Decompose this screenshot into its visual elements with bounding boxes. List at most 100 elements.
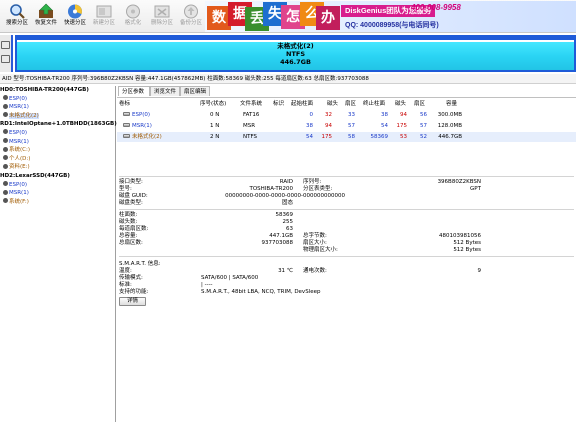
disk-nav-arrow-icon[interactable]	[1, 41, 10, 49]
col-header: 扇区	[414, 101, 426, 107]
cell-index: 2 N	[210, 134, 220, 140]
cell-volume: ESP(0)	[123, 110, 150, 120]
temperature-label: 温度:	[119, 268, 132, 274]
smart-label: S.M.A.R.T. 信息:	[119, 261, 161, 267]
tree-partition[interactable]: 个人(D:)	[0, 155, 115, 164]
cylinders-label: 柱面数:	[119, 212, 138, 218]
serial-label: 序列号:	[303, 179, 322, 185]
partition-icon	[123, 123, 130, 127]
physical-sector-size-label: 物理扇区大小:	[303, 247, 338, 253]
backup-partition-icon	[182, 3, 200, 20]
cell-start-cyl: 38	[306, 123, 313, 129]
tree-disk-hd0[interactable]: HD0:TOSHIBA-TR200(447GB)	[0, 86, 115, 95]
tree-node-label: MSR(1)	[9, 190, 29, 197]
tree-partition[interactable]: ESP(0)	[0, 129, 115, 138]
quick-partition-button[interactable]: 快速分区	[62, 3, 88, 31]
standard-label: 标准:	[119, 282, 132, 288]
cell-end-head: 94	[400, 112, 407, 118]
tree-partition[interactable]: ESP(0)	[0, 181, 115, 190]
cell-start-head: 175	[321, 134, 333, 140]
model-label: 型号:	[119, 186, 132, 192]
power-on-count-label: 通电次数:	[303, 268, 327, 274]
tree-partition[interactable]: 资料(E:)	[0, 163, 115, 172]
partition-icon	[3, 112, 8, 118]
disk-nav-arrow-icon[interactable]	[1, 55, 10, 63]
tab-partition-params[interactable]: 分区参数	[118, 86, 150, 96]
cell-capacity: 128.0MB	[437, 123, 462, 129]
disk-map: 未格式化(2) NTFS 446.7GB	[11, 35, 576, 72]
standard-value: | ----	[201, 282, 213, 288]
partition-icon	[123, 112, 130, 116]
col-header: 起始柱面	[291, 101, 314, 107]
small-partition-segment[interactable]	[11, 35, 14, 72]
tab-browse-files[interactable]: 浏览文件	[150, 86, 180, 96]
disk-nav-strip	[0, 35, 11, 72]
tree-partition[interactable]: 系统(C:)	[0, 146, 115, 155]
delete-partition-icon	[153, 3, 171, 20]
disk-type-label: 磁盘类型:	[119, 200, 143, 206]
col-header: 磁头	[327, 101, 339, 107]
cell-volume: MSR(1)	[123, 121, 152, 131]
tree-partition-selected[interactable]: 未格式化(2)	[0, 112, 115, 121]
partition-icon	[3, 146, 8, 152]
total-bytes-value: 480103981056	[439, 233, 481, 239]
table-row-selected[interactable]: 未格式化(2) 2 N NTFS 54 175 58 58369 53 52 4…	[117, 132, 576, 142]
segment-size: 446.7GB	[280, 58, 311, 66]
tree-partition[interactable]: MSR(1)	[0, 103, 115, 112]
guid-value: 00000000-0000-0000-0000-000000000000	[225, 193, 345, 199]
tree-node-label: MSR(1)	[9, 104, 29, 111]
tree-disk-hd2[interactable]: HD2:LexarSSD(447GB)	[0, 172, 115, 181]
tree-partition[interactable]: MSR(1)	[0, 138, 115, 147]
tree-node-label: HD0:TOSHIBA-TR200(447GB)	[0, 87, 89, 93]
tree-node-label: MSR(1)	[9, 138, 29, 145]
col-header: 文件系统	[240, 101, 263, 107]
tree-disk-rd1[interactable]: RD1:IntelOptane+1.0TBHDD(1863GB)	[0, 120, 117, 129]
ad-banner[interactable]: 数 据 丢 失 怎 么 办 DiskGenius团队为您服务 400-008-9…	[205, 1, 576, 32]
col-header: 标识	[273, 101, 285, 107]
col-header: 扇区	[345, 101, 357, 107]
quick-partition-icon	[66, 3, 84, 20]
disk-details: 接口类型: RAID 型号: TOSHIBA-TR200 磁盘 GUID: 00…	[117, 176, 576, 422]
tree-partition[interactable]: ESP(0)	[0, 95, 115, 104]
power-on-count-value: 9	[477, 268, 482, 274]
iface-label: 接口类型:	[119, 179, 143, 185]
format-icon	[124, 3, 142, 20]
cell-end-cyl: 38	[381, 112, 388, 118]
serial-value: 396B80Z2KBSN	[437, 179, 481, 185]
cell-start-sector: 33	[348, 112, 355, 118]
tree-partition[interactable]: 系统(F:)	[0, 198, 115, 207]
tab-sector-editor[interactable]: 扇区编辑	[180, 86, 210, 96]
transfer-mode-label: 传输模式:	[119, 275, 143, 281]
cell-end-cyl: 58369	[370, 134, 389, 140]
toolbar: 搜索分区 恢复文件 快速分区 新建分区 格式化 删除分区 备份分区 数 据 丢 …	[0, 0, 576, 33]
cell-end-head: 175	[396, 123, 408, 129]
col-header: 容量	[446, 101, 458, 107]
tree-node-label: 未格式化(2)	[9, 112, 39, 119]
divider	[119, 256, 574, 257]
table-row[interactable]: ESP(0) 0 N FAT16 0 32 33 38 94 56 300.0M…	[117, 110, 576, 120]
table-row[interactable]: MSR(1) 1 N MSR 38 94 57 54 175 57 128.0M…	[117, 121, 576, 131]
cell-fs: FAT16	[243, 112, 260, 118]
partition-icon	[3, 198, 8, 204]
tree-node-label: ESP(0)	[9, 181, 28, 188]
format-button[interactable]: 格式化	[120, 3, 146, 31]
recover-files-button[interactable]: 恢复文件	[33, 3, 59, 31]
right-panel: 分区参数 浏览文件 扇区编辑 卷标 序号(状态) 文件系统 标识 起始柱面 磁头…	[117, 86, 576, 422]
search-partition-button[interactable]: 搜索分区	[4, 3, 30, 31]
col-header: 卷标	[119, 101, 131, 107]
new-partition-button[interactable]: 新建分区	[91, 3, 117, 31]
tree-node-label: 系统(F:)	[9, 198, 29, 205]
details-button[interactable]: 详情	[119, 297, 146, 306]
backup-partition-button[interactable]: 备份分区	[178, 3, 204, 31]
cell-index: 0 N	[210, 112, 220, 118]
delete-partition-button[interactable]: 删除分区	[149, 3, 175, 31]
cell-start-cyl: 54	[306, 134, 313, 140]
cell-end-sector: 56	[420, 112, 427, 118]
partition-icon	[3, 163, 8, 169]
table-header: 卷标 序号(状态) 文件系统 标识 起始柱面 磁头 扇区 终止柱面 磁头 扇区 …	[117, 99, 576, 109]
disk-type-value: 固态	[281, 200, 293, 206]
tree-partition[interactable]: MSR(1)	[0, 189, 115, 198]
partition-segment-unformatted[interactable]: 未格式化(2) NTFS 446.7GB	[15, 35, 576, 72]
total-sectors-label: 总扇区数:	[119, 240, 143, 246]
cell-end-sector: 52	[420, 134, 427, 140]
